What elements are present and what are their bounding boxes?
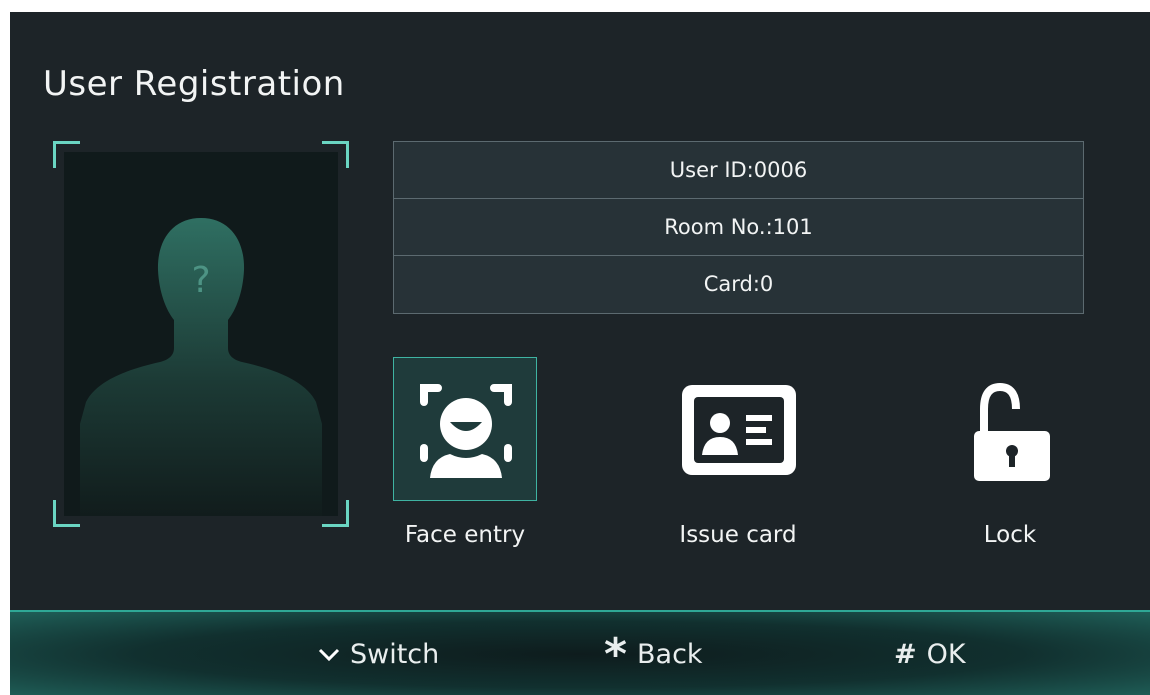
soft-key-bar: Switch * Back # OK xyxy=(10,610,1150,695)
user-info-panel: User ID:0006 Room No.:101 Card:0 xyxy=(393,141,1084,314)
issue-card-button[interactable] xyxy=(666,357,810,501)
switch-key[interactable]: Switch xyxy=(318,639,439,670)
issue-card-label: Issue card xyxy=(679,522,797,548)
id-card-icon xyxy=(682,385,796,475)
asterisk-icon: * xyxy=(604,629,628,680)
frame-corner-top-right xyxy=(322,141,349,168)
switch-label: Switch xyxy=(350,639,440,670)
placeholder-question-mark: ? xyxy=(191,260,210,301)
frame-corner-bottom-right xyxy=(322,500,349,527)
room-no-field[interactable]: Room No.:101 xyxy=(394,199,1083,256)
user-id-field[interactable]: User ID:0006 xyxy=(394,142,1083,199)
face-photo-frame: ? xyxy=(53,141,349,527)
chevron-down-icon xyxy=(318,647,340,663)
card-field[interactable]: Card:0 xyxy=(394,256,1083,313)
lock-label: Lock xyxy=(983,522,1037,548)
back-label: Back xyxy=(637,639,703,670)
hash-icon: # xyxy=(894,639,917,670)
frame-corner-top-left xyxy=(53,141,80,168)
unlock-icon xyxy=(974,382,1050,481)
ok-label: OK xyxy=(926,639,966,670)
person-placeholder-icon: ? xyxy=(80,218,322,516)
frame-corner-bottom-left xyxy=(53,500,80,527)
screen: User Registration ? User ID:0006 Room No… xyxy=(10,12,1150,695)
page-title: User Registration xyxy=(43,64,345,104)
back-key[interactable]: * Back xyxy=(604,629,703,680)
face-entry-button[interactable] xyxy=(393,357,537,501)
face-scan-icon xyxy=(420,384,512,478)
ok-key[interactable]: # OK xyxy=(894,639,966,670)
face-entry-label: Face entry xyxy=(404,522,526,548)
lock-button[interactable] xyxy=(938,357,1082,501)
